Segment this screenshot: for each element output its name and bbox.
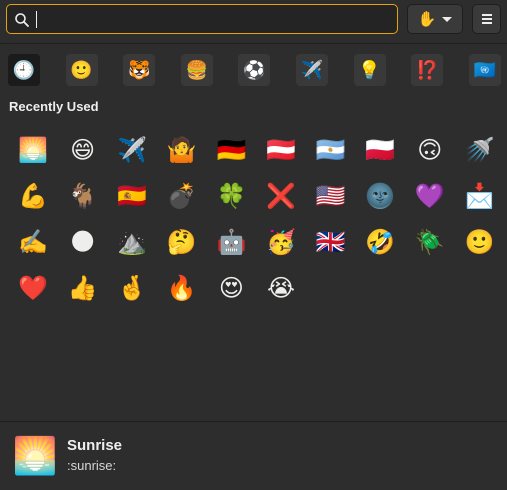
emoji-button[interactable]: 😍 [212, 269, 250, 307]
emoji-button[interactable]: 🤔 [163, 223, 201, 261]
tab-flags[interactable]: 🇺🇳 [468, 54, 501, 86]
preview-name: Sunrise [67, 437, 123, 454]
emoji-button[interactable]: 👍 [64, 269, 102, 307]
tab-recent[interactable]: 🕘 [8, 54, 40, 86]
emoji-button[interactable]: 🤣 [361, 223, 399, 261]
emoji-button[interactable]: ❌ [262, 177, 300, 215]
emoji-button[interactable]: 🙂 [460, 223, 498, 261]
emoji-button[interactable]: ⛰️ [113, 223, 151, 261]
emoji-button[interactable]: 🇵🇱 [361, 131, 399, 169]
tab-symbols[interactable]: ⁉️ [411, 54, 444, 86]
divider [0, 43, 507, 44]
emoji-button[interactable]: 🔥 [163, 269, 201, 307]
raised-hand-icon: ✋ [417, 10, 437, 28]
search-icon [15, 13, 29, 27]
tab-food[interactable]: 🍔 [180, 54, 213, 86]
tab-animals[interactable]: 🐯 [123, 54, 156, 86]
emoji-button[interactable]: 🇦🇷 [312, 131, 350, 169]
emoji-button[interactable]: 🇪🇸 [113, 177, 151, 215]
emoji-button[interactable]: 🤞 [113, 269, 151, 307]
emoji-button[interactable]: 🪲 [411, 223, 449, 261]
text-caret [36, 11, 37, 28]
emoji-button[interactable]: 🇺🇸 [312, 177, 350, 215]
preview-emoji: 🌅 [12, 436, 58, 477]
emoji-button[interactable]: 💪 [14, 177, 52, 215]
emoji-button[interactable]: 📩 [460, 177, 498, 215]
emoji-button[interactable]: 🐐 [64, 177, 102, 215]
emoji-button[interactable]: 🇩🇪 [212, 131, 250, 169]
emoji-grid: 🌅 😄 ✈️ 🤷 🇩🇪 🇦🇹 🇦🇷 🇵🇱 🙃 🚿 💪 🐐 🇪🇸 💣 🍀 ❌ 🇺🇸 🌚 💜 📩 ✍️ 🌑 ⛰️ 🤔 🤖 🥳 🇬🇧 🤣 🪲 🙂… [14, 131, 504, 311]
emoji-button[interactable]: 🤷 [163, 131, 201, 169]
emoji-button[interactable]: 🙃 [411, 131, 449, 169]
emoji-button[interactable]: 😄 [64, 131, 102, 169]
section-title: Recently Used [9, 99, 99, 114]
emoji-button[interactable]: 🌑 [64, 223, 102, 261]
tab-activities[interactable]: ⚽ [238, 54, 271, 86]
emoji-button[interactable]: 🍀 [212, 177, 250, 215]
emoji-button[interactable]: ✈️ [113, 131, 151, 169]
category-tabs: 🕘 🙂 🐯 🍔 ⚽ ✈️ 💡 ⁉️ 🇺🇳 [8, 54, 503, 90]
tab-travel[interactable]: ✈️ [296, 54, 328, 86]
emoji-button[interactable]: 🇬🇧 [312, 223, 350, 261]
tab-objects[interactable]: 💡 [353, 54, 386, 86]
preview-shortcode: :sunrise: [67, 458, 117, 473]
search-box[interactable] [6, 4, 398, 34]
emoji-button[interactable]: 🌅 [14, 131, 52, 169]
emoji-button[interactable]: ❤️ [14, 269, 52, 307]
skin-tone-button[interactable]: ✋ [407, 4, 463, 34]
tab-smileys[interactable]: 🙂 [65, 54, 98, 86]
emoji-button[interactable]: 🤖 [212, 223, 250, 261]
emoji-button[interactable]: ✍️ [14, 223, 52, 261]
hamburger-menu-icon [481, 14, 492, 16]
emoji-button[interactable]: 💜 [411, 177, 449, 215]
emoji-button[interactable]: 😭 [262, 269, 300, 307]
emoji-button[interactable]: 🚿 [460, 131, 498, 169]
chevron-down-icon [442, 16, 453, 22]
preview-footer: 🌅 Sunrise :sunrise: [0, 422, 507, 490]
search-input[interactable] [35, 9, 385, 29]
emoji-button[interactable]: 🌚 [361, 177, 399, 215]
menu-button[interactable] [472, 4, 501, 34]
emoji-button[interactable]: 🇦🇹 [262, 131, 300, 169]
emoji-button[interactable]: 💣 [163, 177, 201, 215]
emoji-button[interactable]: 🥳 [262, 223, 300, 261]
top-bar: ✋ [6, 4, 501, 36]
